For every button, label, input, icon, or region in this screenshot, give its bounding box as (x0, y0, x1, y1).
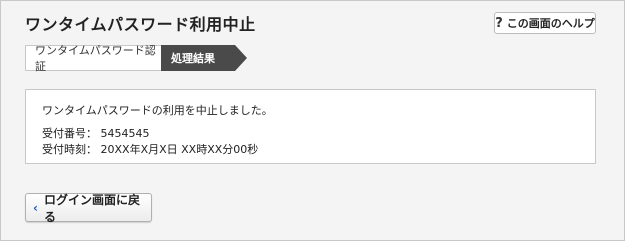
result-message: ワンタイムパスワードの利用を中止しました。 (42, 104, 273, 117)
receipt-time-row: 受付時刻： 20XX年X月X日 XX時XX分00秒 (42, 142, 595, 158)
chevron-left-icon: ‹ (33, 200, 38, 215)
step-arrow-icon (235, 45, 247, 71)
help-button[interactable]: ? この画面のヘルプ (494, 12, 596, 34)
back-to-login-label: ログイン画面に戻る (43, 192, 140, 224)
page-frame: ワンタイムパスワード利用中止 ? この画面のヘルプ ワンタイムパスワード認証 処… (0, 0, 625, 241)
question-icon: ? (495, 15, 503, 31)
help-button-label: この画面のヘルプ (506, 17, 595, 30)
step-otp-auth: ワンタイムパスワード認証 (25, 44, 161, 73)
receipt-time-value: 20XX年X月X日 XX時XX分00秒 (100, 143, 259, 156)
receipt-number-row: 受付番号： 5454545 (42, 126, 595, 142)
back-to-login-button[interactable]: ‹ ログイン画面に戻る (25, 192, 152, 224)
step-indicator: ワンタイムパスワード認証 処理結果 (25, 44, 247, 73)
step-label: ワンタイムパスワード認証 (35, 44, 156, 73)
step-result-active: 処理結果 (161, 45, 247, 71)
receipt-number-label: 受付番号： (42, 127, 97, 140)
receipt-number-value: 5454545 (100, 127, 150, 140)
receipt-time-label: 受付時刻： (42, 143, 97, 156)
page-title: ワンタイムパスワード利用中止 (25, 15, 256, 34)
result-panel: ワンタイムパスワードの利用を中止しました。 受付番号： 5454545 受付時刻… (25, 89, 596, 164)
step-label: 処理結果 (171, 52, 215, 65)
